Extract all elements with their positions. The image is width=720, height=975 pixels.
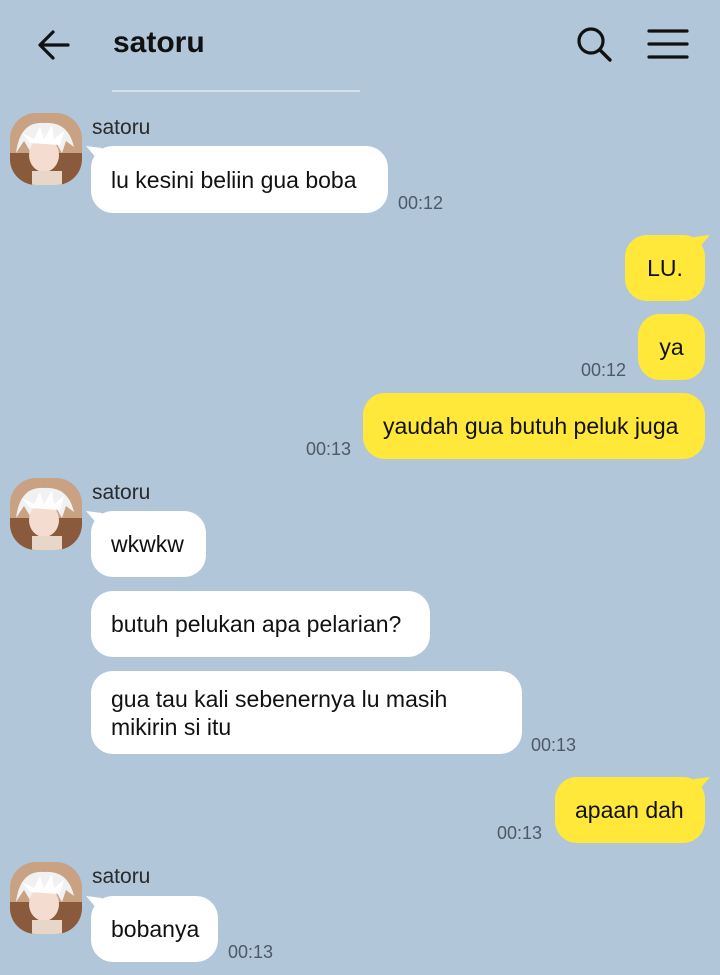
avatar[interactable]: [10, 478, 82, 550]
message-bubble[interactable]: ya: [638, 314, 705, 380]
message-bubble[interactable]: gua tau kali sebenernya lu masih mikirin…: [91, 671, 522, 754]
message-text: gua tau kali sebenernya lu masih mikirin…: [111, 686, 448, 740]
bubble-tail: [694, 777, 710, 791]
message-text: apaan dah: [575, 797, 684, 823]
search-icon: [577, 27, 612, 62]
message-bubble[interactable]: lu kesini beliin gua boba: [91, 146, 388, 213]
message-time: 00:13: [306, 439, 352, 459]
hamburger-menu-icon: [647, 29, 689, 59]
message-bubble[interactable]: butuh pelukan apa pelarian?: [91, 591, 430, 657]
message-text: lu kesini beliin gua boba: [111, 166, 357, 193]
back-button[interactable]: [30, 22, 78, 68]
message-bubble[interactable]: apaan dah: [555, 777, 705, 843]
sender-name: satoru: [92, 481, 151, 504]
message-time: 00:13: [531, 735, 577, 755]
sender-name: satoru: [92, 116, 151, 139]
message-time: 00:13: [228, 942, 274, 962]
chat-header: satoru: [0, 0, 720, 92]
search-button[interactable]: [572, 22, 616, 66]
message-text: bobanya: [111, 916, 200, 942]
message-text: butuh pelukan apa pelarian?: [111, 611, 402, 637]
sender-name: satoru: [92, 865, 151, 888]
message-bubble[interactable]: LU.: [625, 235, 705, 301]
chat-title: satoru: [113, 26, 205, 59]
message-bubble[interactable]: yaudah gua butuh peluk juga: [363, 393, 705, 459]
message-bubble[interactable]: wkwkw: [91, 511, 206, 577]
message-text: yaudah gua butuh peluk juga: [383, 413, 679, 439]
avatar[interactable]: [10, 862, 82, 934]
message-time: 00:12: [581, 360, 627, 380]
message-text: ya: [659, 334, 684, 360]
avatar[interactable]: [10, 113, 82, 185]
menu-button[interactable]: [645, 22, 691, 66]
message-text: LU.: [647, 255, 683, 281]
message-time: 00:13: [497, 823, 543, 843]
message-bubble[interactable]: bobanya: [91, 896, 218, 962]
header-underline: [112, 90, 360, 92]
message-time: 00:12: [398, 193, 444, 213]
message-text: wkwkw: [111, 531, 184, 557]
arrow-left-icon: [38, 30, 70, 60]
bubble-tail: [694, 235, 710, 249]
